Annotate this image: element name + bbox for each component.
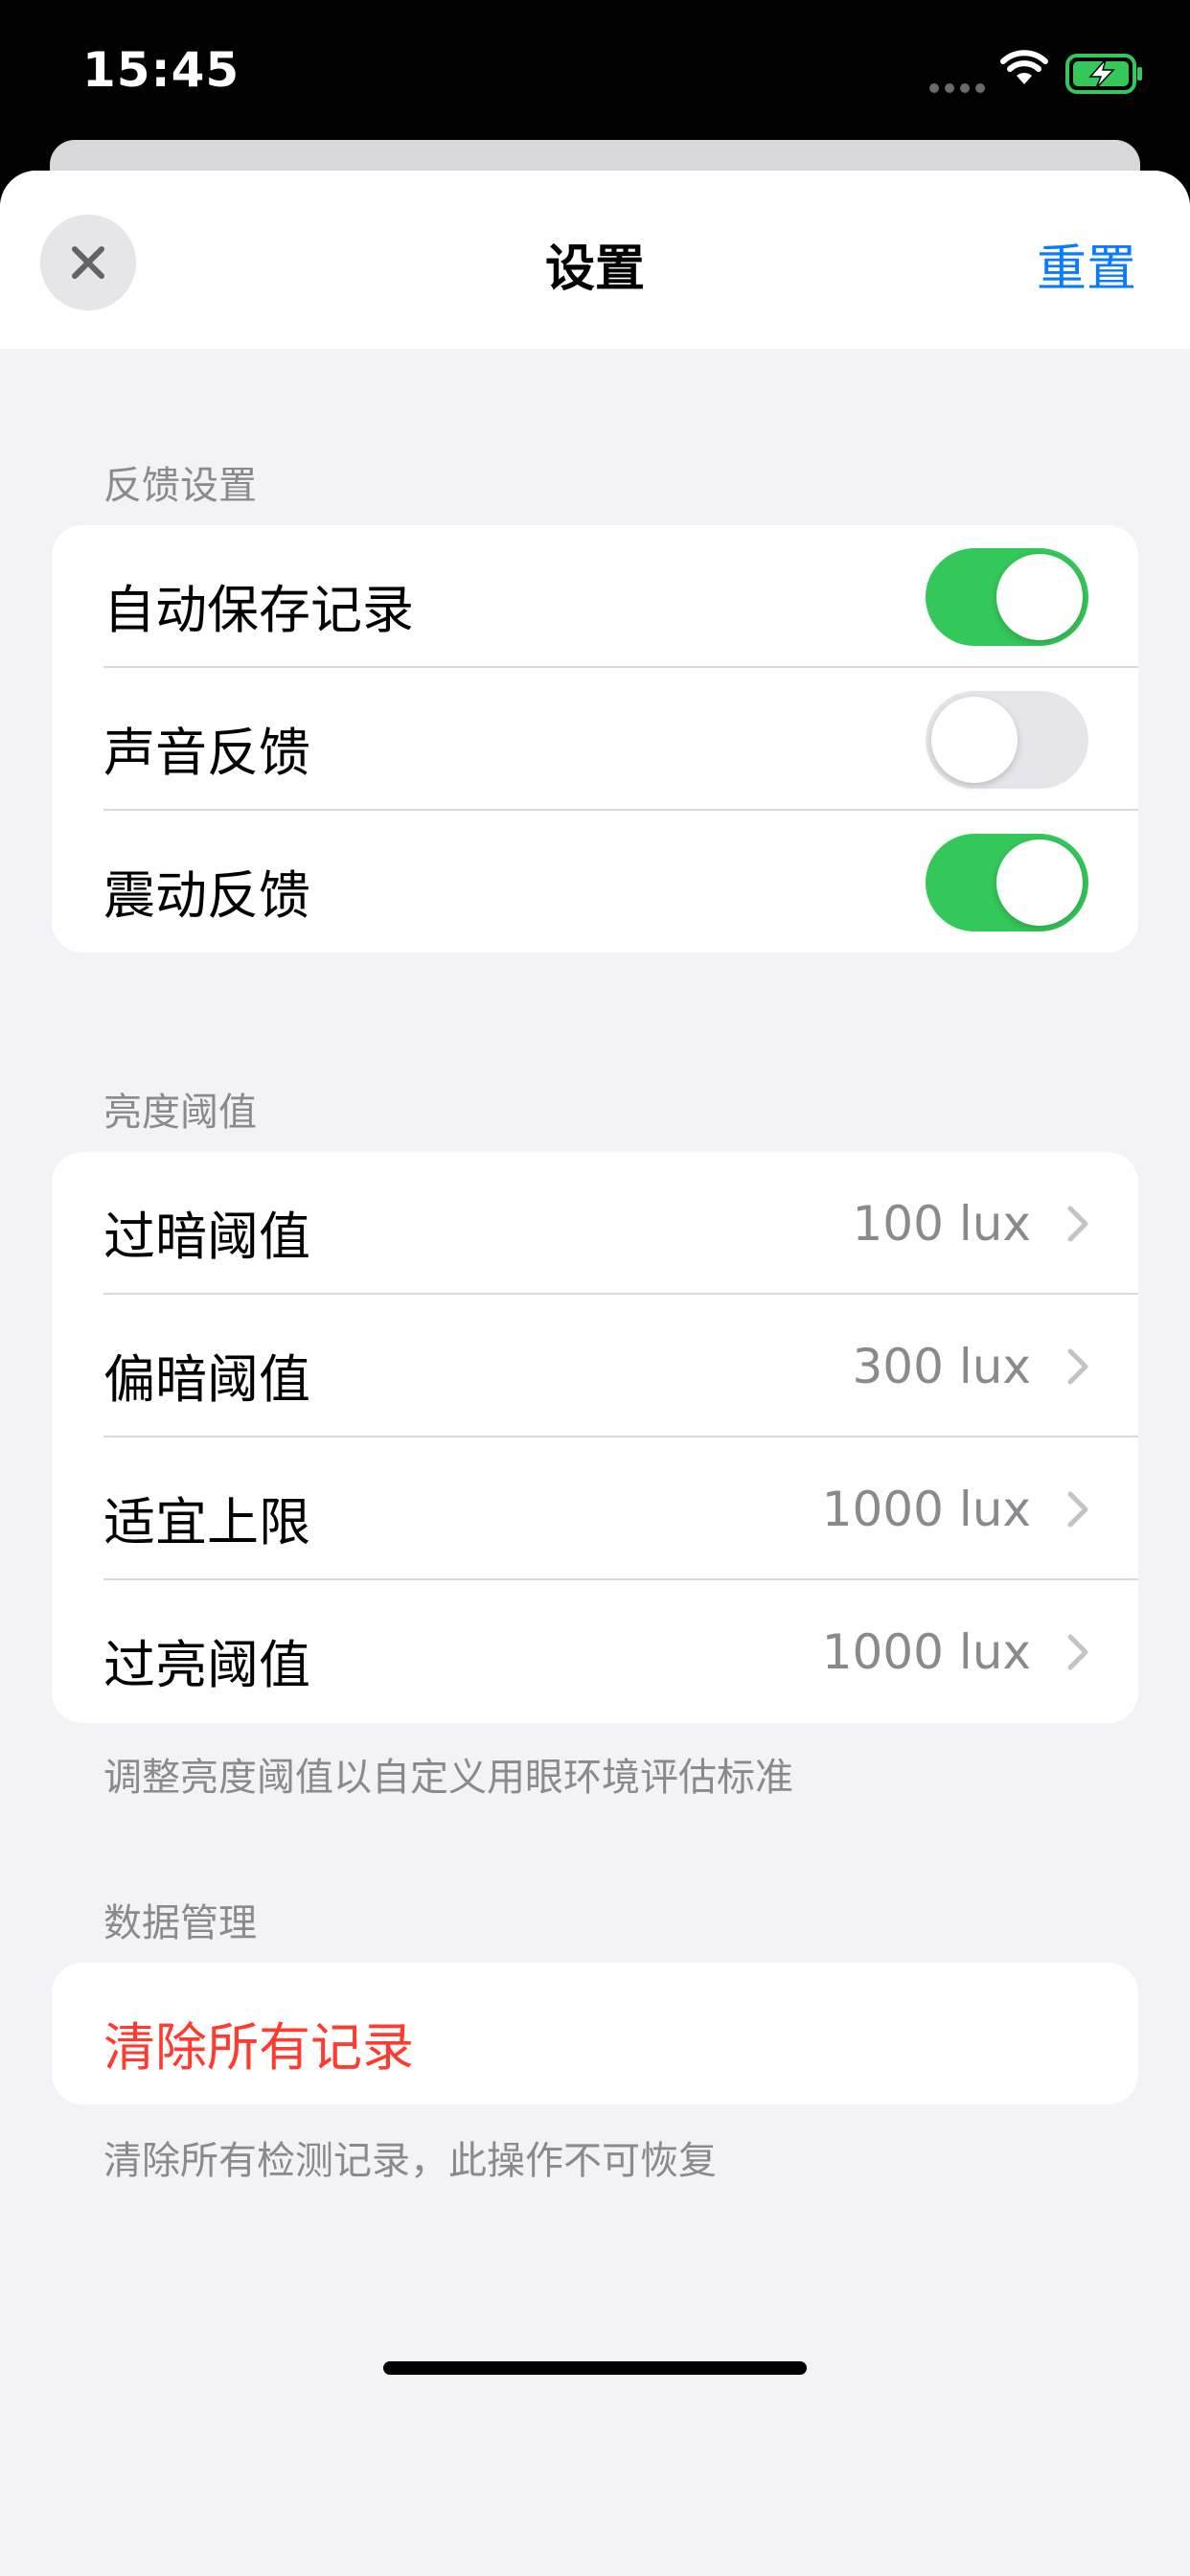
auto-save-toggle[interactable] bbox=[926, 548, 1088, 646]
section-header-feedback: 反馈设置 bbox=[103, 464, 257, 508]
row-label: 偏暗阈值 bbox=[103, 1349, 310, 1410]
page-title: 设置 bbox=[544, 241, 645, 298]
row-comfort-upper[interactable]: 适宜上限 1000 lux bbox=[103, 1438, 1138, 1580]
reset-button[interactable]: 重置 bbox=[1037, 228, 1136, 300]
section-footer-data: 清除所有检测记录，此操作不可恢复 bbox=[103, 2139, 717, 2183]
chevron-right-icon bbox=[1067, 1491, 1088, 1528]
data-group: 清除所有记录 bbox=[52, 1963, 1138, 2104]
chevron-right-icon bbox=[1067, 1206, 1088, 1242]
sound-feedback-toggle[interactable] bbox=[926, 691, 1088, 789]
clear-records-label: 清除所有记录 bbox=[103, 2017, 414, 2078]
row-sound-feedback: 声音反馈 bbox=[103, 668, 1138, 811]
nav-bar: 设置 重置 bbox=[0, 171, 1190, 349]
row-value: 100 lux bbox=[852, 1196, 1032, 1252]
settings-sheet: 设置 重置 反馈设置 自动保存记录 声音反馈 震动反馈 亮度阈值 过暗阈值 10… bbox=[0, 171, 1190, 2576]
section-header-brightness: 亮度阈值 bbox=[103, 1091, 257, 1135]
row-label: 适宜上限 bbox=[103, 1492, 310, 1552]
row-dim[interactable]: 偏暗阈值 300 lux bbox=[103, 1295, 1138, 1438]
row-label: 震动反馈 bbox=[103, 865, 310, 926]
vibration-feedback-toggle[interactable] bbox=[926, 834, 1088, 932]
row-label: 自动保存记录 bbox=[103, 580, 414, 640]
section-footer-brightness: 调整亮度阈值以自定义用眼环境评估标准 bbox=[103, 1756, 793, 1800]
status-bar: 15:45 bbox=[0, 0, 1190, 144]
row-value: 1000 lux bbox=[821, 1624, 1031, 1680]
signal-icon bbox=[929, 79, 991, 97]
chevron-right-icon bbox=[1067, 1634, 1088, 1670]
battery-charging-icon bbox=[1065, 54, 1142, 94]
feedback-group: 自动保存记录 声音反馈 震动反馈 bbox=[52, 525, 1138, 953]
row-label: 过亮阈值 bbox=[103, 1635, 310, 1695]
row-auto-save: 自动保存记录 bbox=[103, 525, 1138, 668]
row-value: 1000 lux bbox=[821, 1482, 1031, 1537]
row-too-dark[interactable]: 过暗阈值 100 lux bbox=[103, 1152, 1138, 1295]
row-value: 300 lux bbox=[852, 1339, 1032, 1394]
clear-records-button[interactable]: 清除所有记录 bbox=[103, 1963, 1138, 2104]
section-header-data: 数据管理 bbox=[103, 1901, 257, 1945]
home-indicator[interactable] bbox=[383, 2361, 807, 2375]
row-label: 过暗阈值 bbox=[103, 1207, 310, 1267]
brightness-group: 过暗阈值 100 lux 偏暗阈值 300 lux 适宜上限 1000 lux … bbox=[52, 1152, 1138, 1723]
status-time: 15:45 bbox=[82, 42, 240, 98]
wifi-icon bbox=[1000, 50, 1048, 84]
row-label: 声音反馈 bbox=[103, 723, 310, 783]
row-too-bright[interactable]: 过亮阈值 1000 lux bbox=[103, 1580, 1138, 1723]
chevron-right-icon bbox=[1067, 1348, 1088, 1385]
row-vibration-feedback: 震动反馈 bbox=[103, 811, 1138, 953]
